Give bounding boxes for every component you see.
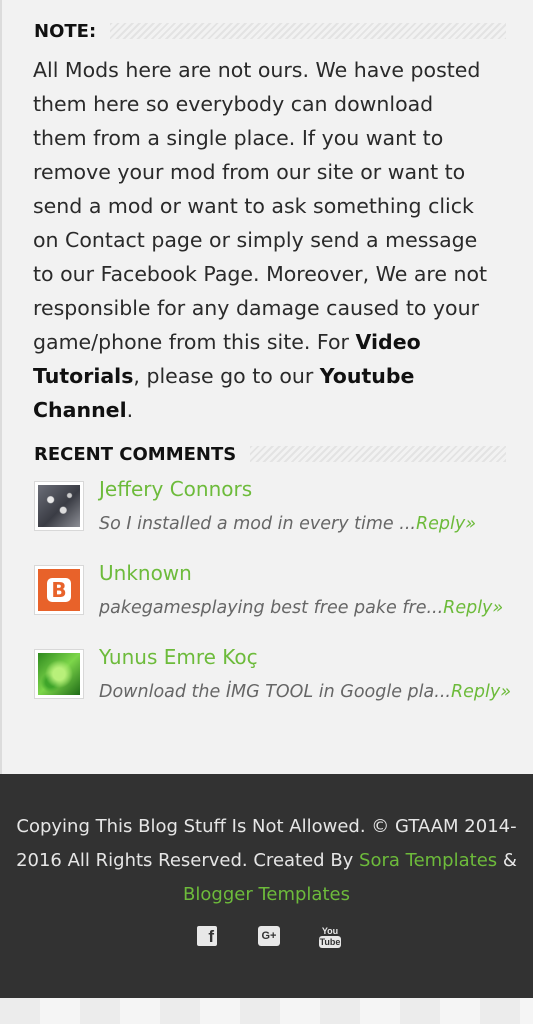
social-links: f G+ You Tube bbox=[0, 926, 533, 956]
comment-snippet: So I installed a mod in every time ...Re… bbox=[99, 514, 476, 534]
comment-author-link[interactable]: Jeffery Connors bbox=[99, 477, 252, 501]
comment-author-link[interactable]: Yunus Emre Koç bbox=[99, 645, 258, 669]
heading-stripe bbox=[250, 446, 506, 462]
note-body: All Mods here are not ours. We have post… bbox=[33, 58, 488, 354]
reply-link[interactable]: Reply» bbox=[451, 682, 511, 702]
avatar[interactable] bbox=[34, 649, 84, 699]
recent-comments-title: RECENT COMMENTS bbox=[34, 443, 237, 465]
facebook-icon[interactable]: f bbox=[197, 926, 217, 946]
comment-snippet: Download the İMG TOOL in Google pla...Re… bbox=[99, 682, 511, 702]
comment-item: Yunus Emre Koç Download the İMG TOOL in … bbox=[34, 645, 514, 709]
blogger-templates-link[interactable]: Blogger Templates bbox=[183, 884, 350, 905]
sora-templates-link[interactable]: Sora Templates bbox=[359, 850, 497, 871]
comment-snippet-text: Download the İMG TOOL in Google pla... bbox=[99, 682, 451, 702]
footer-copyright: Copying This Blog Stuff Is Not Allowed. … bbox=[10, 810, 523, 912]
google-plus-icon[interactable]: G+ bbox=[258, 926, 280, 946]
comment-snippet: pakegamesplaying best free pake fre...Re… bbox=[99, 598, 503, 618]
youtube-icon-top: You bbox=[321, 926, 339, 936]
note-body-end: . bbox=[126, 398, 134, 422]
avatar[interactable] bbox=[34, 481, 84, 531]
comment-snippet-text: So I installed a mod in every time ... bbox=[99, 514, 416, 534]
reply-link[interactable]: Reply» bbox=[416, 514, 476, 534]
comment-author-link[interactable]: Unknown bbox=[99, 561, 192, 585]
comment-item: Jeffery Connors So I installed a mod in … bbox=[34, 477, 514, 541]
note-body-middle: , please go to our bbox=[133, 364, 320, 388]
comment-item: B Unknown pakegamesplaying best free pak… bbox=[34, 561, 514, 625]
avatar[interactable]: B bbox=[34, 565, 84, 615]
youtube-icon-bottom: Tube bbox=[319, 936, 341, 948]
left-border bbox=[0, 0, 2, 775]
recent-comments-heading: RECENT COMMENTS bbox=[34, 443, 506, 465]
bottom-pattern-bar bbox=[0, 998, 533, 1024]
footer: Copying This Blog Stuff Is Not Allowed. … bbox=[0, 774, 533, 998]
reply-link[interactable]: Reply» bbox=[443, 598, 503, 618]
heading-stripe bbox=[110, 23, 506, 39]
youtube-icon[interactable]: You Tube bbox=[319, 926, 341, 950]
ampersand: & bbox=[497, 850, 517, 871]
note-title: NOTE: bbox=[34, 20, 97, 42]
note-heading: NOTE: bbox=[34, 20, 506, 42]
comment-snippet-text: pakegamesplaying best free pake fre... bbox=[99, 598, 444, 618]
note-text: All Mods here are not ours. We have post… bbox=[33, 53, 493, 427]
blogger-icon: B bbox=[47, 578, 71, 602]
